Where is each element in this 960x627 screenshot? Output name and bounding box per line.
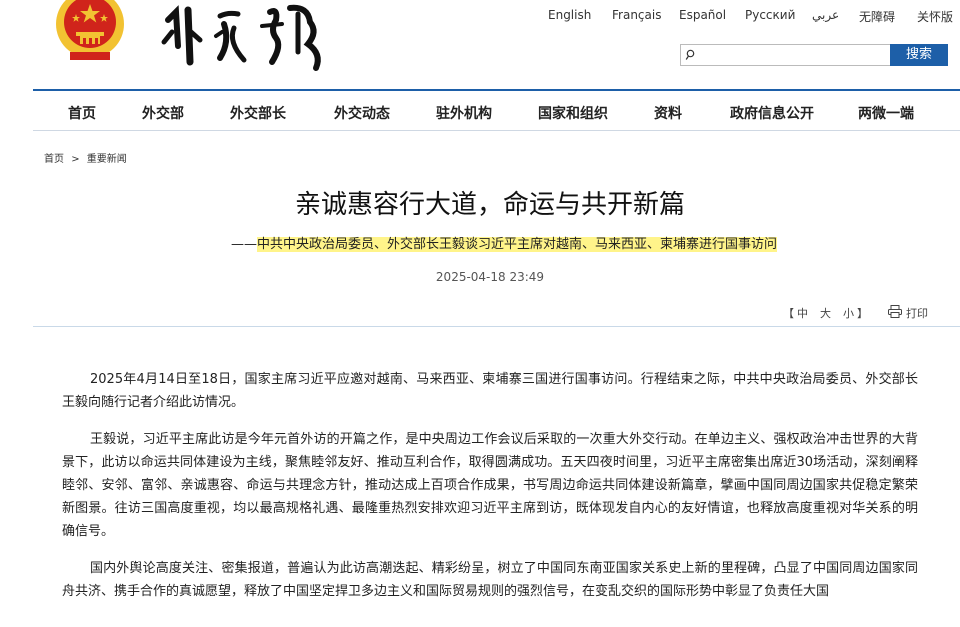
breadcrumb-separator: >	[71, 154, 80, 165]
nav-item-government-info[interactable]: 政府信息公开	[730, 103, 814, 123]
lang-french-link[interactable]: Français	[612, 8, 661, 22]
lang-english-link[interactable]: English	[548, 8, 591, 22]
site-header: English Français Español Русский عربي 无障…	[0, 0, 960, 88]
article-subtitle: ——中共中央政治局委员、外交部长王毅谈习近平主席对越南、马来西亚、柬埔寨进行国事…	[0, 233, 960, 252]
main-nav: 首页 外交部 外交部长 外交动态 驻外机构 国家和组织 资料 政府信息公开 两微…	[33, 89, 960, 131]
search-icon	[685, 49, 695, 60]
nav-item-countries-organizations[interactable]: 国家和组织	[538, 103, 608, 123]
font-size-large-button[interactable]: 大	[820, 305, 831, 321]
print-button[interactable]: 打印	[906, 305, 928, 321]
nav-item-diplomatic-news[interactable]: 外交动态	[334, 103, 390, 123]
national-emblem-logo[interactable]	[54, 0, 126, 60]
breadcrumb: 首页 > 重要新闻	[44, 150, 127, 165]
search-button[interactable]: 搜索	[890, 44, 948, 66]
font-size-medium-button[interactable]: 中	[797, 305, 808, 321]
article-title: 亲诚惠容行大道，命运与共开新篇	[294, 190, 685, 220]
elderly-care-mode-link[interactable]: 关怀版	[917, 8, 953, 25]
font-size-bracket-open: 【	[783, 307, 794, 320]
nav-item-missions-abroad[interactable]: 驻外机构	[436, 103, 492, 123]
lang-spanish-link[interactable]: Español	[679, 8, 726, 22]
search-input[interactable]	[697, 46, 887, 66]
print-icon[interactable]	[888, 305, 902, 318]
publish-date: 2025-04-18 23:49	[435, 270, 545, 284]
nav-item-resources[interactable]: 资料	[654, 103, 682, 123]
article-paragraph-2: 王毅说，习近平主席此访是今年元首外访的开篇之作，是中央周边工作会议后采取的一次重…	[62, 432, 918, 539]
font-size-small-button[interactable]: 小	[843, 305, 854, 321]
article-paragraph-3: 国内外舆论高度关注、密集报道，普遍认为此访高潮迭起、精彩纷呈，树立了中国同东南亚…	[62, 561, 918, 599]
subtitle-dash: ——	[230, 237, 257, 252]
article-body: 2025年4月14日至18日，国家主席习近平应邀对越南、马来西亚、柬埔寨三国进行…	[62, 368, 918, 617]
nav-item-social-media[interactable]: 两微一端	[858, 103, 914, 123]
font-size-bracket-close: 】	[857, 307, 868, 320]
nav-item-minister[interactable]: 外交部长	[230, 103, 286, 123]
breadcrumb-home-link[interactable]: 首页	[44, 154, 64, 165]
subtitle-text: 中共中央政治局委员、外交部长王毅谈习近平主席对越南、马来西亚、柬埔寨进行国事访问	[256, 237, 777, 252]
nav-item-home[interactable]: 首页	[68, 103, 96, 123]
article-divider	[33, 326, 960, 327]
lang-russian-link[interactable]: Русский	[745, 8, 795, 22]
breadcrumb-current-link[interactable]: 重要新闻	[87, 154, 127, 165]
nav-item-ministry[interactable]: 外交部	[142, 103, 184, 123]
accessibility-link[interactable]: 无障碍	[859, 8, 895, 25]
lang-arabic-link[interactable]: عربي	[812, 8, 839, 22]
search-box	[680, 44, 890, 66]
search-bar: 搜索	[680, 44, 948, 66]
ministry-calligraphy-logo[interactable]	[158, 2, 330, 72]
article-paragraph-1: 2025年4月14日至18日，国家主席习近平应邀对越南、马来西亚、柬埔寨三国进行…	[62, 372, 918, 410]
